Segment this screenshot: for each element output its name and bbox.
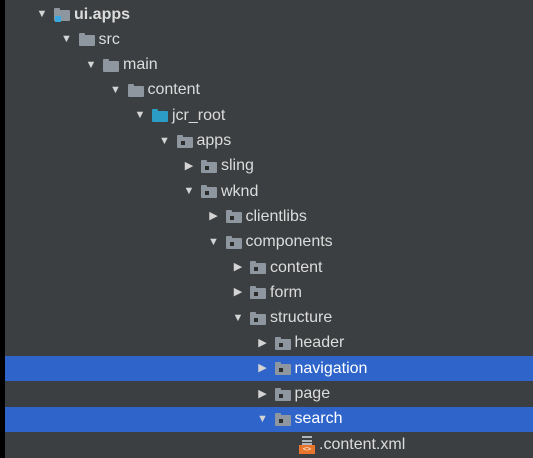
tree-item-label: src — [98, 30, 120, 48]
package-folder-icon — [201, 159, 217, 173]
chevron-right-icon[interactable]: ▶ — [232, 287, 244, 299]
chevron-down-icon[interactable]: ▼ — [85, 59, 97, 71]
tree-item-sling[interactable]: ▶ sling — [0, 154, 533, 179]
chevron-right-icon[interactable]: ▶ — [257, 388, 269, 400]
tree-item-label: navigation — [294, 359, 368, 377]
tree-item-search[interactable]: ▼ search — [5, 406, 533, 432]
tree-item-label: form — [270, 283, 302, 301]
package-folder-icon — [250, 261, 266, 274]
tree-item-label: content — [147, 81, 200, 99]
tree-item-page[interactable]: ▶ page — [0, 382, 533, 407]
package-folder-icon — [225, 210, 242, 224]
package-folder-icon — [176, 134, 193, 148]
tree-item-main[interactable]: ▼ main — [0, 53, 533, 78]
tree-item-jcr-root[interactable]: ▼ jcr_root — [0, 103, 533, 128]
chevron-down-icon[interactable]: ▼ — [183, 186, 195, 198]
tree-item-label: .content.xml — [319, 435, 406, 453]
chevron-down-icon[interactable]: ▼ — [232, 312, 244, 324]
package-folder-icon — [250, 311, 266, 325]
chevron-right-icon[interactable]: ▶ — [208, 211, 220, 223]
tree-item-src[interactable]: ▼ src — [0, 27, 533, 52]
source-folder-icon — [152, 109, 168, 123]
tree-item-clientlibs[interactable]: ▶ clientlibs — [0, 204, 533, 229]
chevron-down-icon[interactable]: ▼ — [208, 236, 220, 248]
chevron-right-icon[interactable]: ▶ — [183, 160, 195, 172]
tree-item-ui-apps[interactable]: ▼ ui.apps — [0, 2, 533, 27]
chevron-down-icon[interactable]: ▼ — [134, 110, 146, 122]
chevron-down-icon[interactable]: ▼ — [159, 135, 171, 147]
tree-item-navigation[interactable]: ▶ navigation — [5, 356, 533, 382]
tree-item-components[interactable]: ▼ components — [0, 230, 533, 255]
tree-item-form[interactable]: ▶ form — [0, 280, 533, 305]
tree-item-structure[interactable]: ▼ structure — [0, 306, 533, 331]
module-folder-icon — [54, 8, 70, 22]
tree-item-header[interactable]: ▶ header — [0, 331, 533, 356]
tree-item-label: sling — [221, 157, 254, 175]
tree-item-label: wknd — [221, 182, 259, 200]
package-folder-icon — [250, 286, 266, 300]
xml-badge: <> — [299, 444, 315, 454]
folder-icon — [78, 33, 95, 47]
xml-file-icon: <> — [299, 435, 315, 454]
folder-icon — [127, 83, 144, 97]
tree-item-label: ui.apps — [74, 5, 131, 23]
package-folder-icon — [274, 336, 291, 350]
package-folder-icon — [201, 185, 217, 199]
tree-item-label: content — [270, 258, 323, 276]
chevron-down-icon[interactable]: ▼ — [61, 34, 73, 46]
chevron-down-icon[interactable]: ▼ — [110, 84, 122, 96]
tree-item-wknd[interactable]: ▼ wknd — [0, 179, 533, 204]
chevron-right-icon[interactable]: ▶ — [257, 363, 269, 375]
chevron-right-icon[interactable]: ▶ — [257, 337, 269, 349]
tree-item-label: jcr_root — [172, 106, 226, 124]
chevron-down-icon[interactable]: ▼ — [36, 9, 48, 21]
tree-item-content-xml[interactable]: <> .content.xml — [0, 432, 533, 457]
tree-item-content[interactable]: ▼ content — [0, 78, 533, 103]
chevron-down-icon[interactable]: ▼ — [257, 413, 269, 425]
tree-item-label: search — [294, 410, 343, 428]
project-tree: ▼ ui.apps ▼ src ▼ main ▼ content ▼ jcr_root ▼ apps ▶… — [0, 0, 533, 458]
chevron-right-icon[interactable]: ▶ — [232, 262, 244, 274]
tree-item-label: page — [294, 385, 331, 402]
tree-item-label: clientlibs — [245, 207, 307, 225]
package-folder-icon — [274, 362, 291, 376]
tree-item-label: apps — [196, 132, 232, 149]
tree-item-label: main — [123, 56, 158, 74]
package-folder-icon — [274, 387, 291, 401]
tree-item-content[interactable]: ▶ content — [0, 255, 533, 280]
folder-icon — [103, 58, 119, 72]
tree-item-label: structure — [270, 309, 333, 327]
package-folder-icon — [274, 412, 291, 426]
tree-item-apps[interactable]: ▼ apps — [0, 129, 533, 154]
package-folder-icon — [225, 235, 242, 249]
tree-item-label: header — [294, 334, 345, 352]
tree-item-label: components — [245, 233, 333, 251]
